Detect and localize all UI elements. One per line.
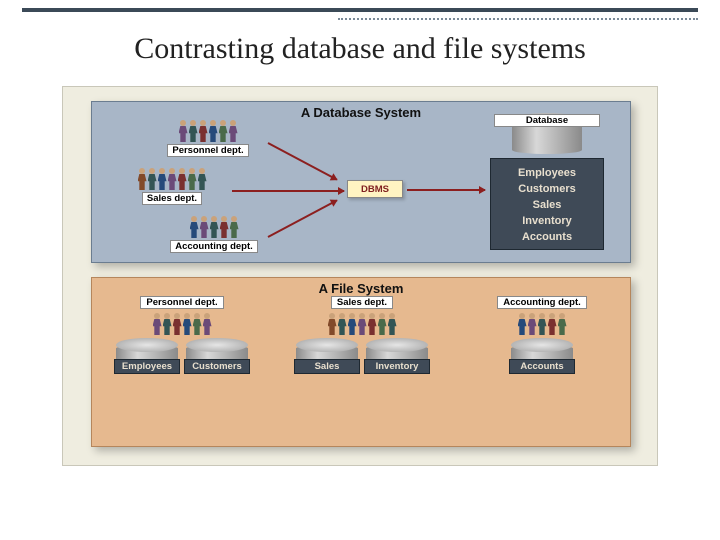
dept-personnel: Personnel dept. <box>148 120 268 157</box>
people-icon-group <box>518 313 567 335</box>
file-system-panel: A File System Personnel dept. Employees <box>91 277 631 447</box>
person-icon <box>220 216 229 238</box>
arrow-icon <box>232 190 344 192</box>
dept-label: Personnel dept. <box>140 296 223 309</box>
dbms-box: DBMS <box>347 180 403 198</box>
database-contents: Employees Customers Sales Inventory Acco… <box>490 158 604 250</box>
person-icon <box>198 168 207 190</box>
db-item: Customers <box>491 181 603 197</box>
figure-container: A Database System Personnel dept. <box>62 86 658 466</box>
person-icon <box>548 313 557 335</box>
person-icon <box>348 313 357 335</box>
arrow-icon <box>268 199 338 237</box>
file-label: Accounts <box>509 359 575 374</box>
person-icon <box>528 313 537 335</box>
people-icon-group <box>328 313 397 335</box>
person-icon <box>368 313 377 335</box>
dept-label: Accounting dept. <box>170 240 258 253</box>
file-cylinder: Employees <box>116 345 178 374</box>
person-icon <box>188 168 197 190</box>
fs-panel-title: A File System <box>92 278 630 296</box>
file-label: Employees <box>114 359 180 374</box>
person-icon <box>158 168 167 190</box>
header-rule <box>22 8 698 12</box>
people-icon-group <box>148 120 268 142</box>
file-label: Inventory <box>364 359 430 374</box>
db-item: Inventory <box>491 213 603 229</box>
person-icon <box>229 120 238 142</box>
database-system-panel: A Database System Personnel dept. <box>91 101 631 263</box>
db-item: Accounts <box>491 229 603 245</box>
fs-column-personnel: Personnel dept. Employees Customers <box>96 296 268 443</box>
dept-label: Accounting dept. <box>497 296 587 309</box>
fs-column-accounting: Accounting dept. Accounts <box>456 296 628 443</box>
person-icon <box>328 313 337 335</box>
person-icon <box>163 313 172 335</box>
person-icon <box>148 168 157 190</box>
dept-label: Sales dept. <box>142 192 202 205</box>
arrow-icon <box>407 189 485 191</box>
person-icon <box>338 313 347 335</box>
person-icon <box>193 313 202 335</box>
dept-accounting: Accounting dept. <box>154 216 274 253</box>
dept-label: Sales dept. <box>331 296 393 309</box>
person-icon <box>209 120 218 142</box>
dept-sales: Sales dept. <box>112 168 232 205</box>
person-icon <box>203 313 212 335</box>
person-icon <box>179 120 188 142</box>
person-icon <box>219 120 228 142</box>
person-icon <box>183 313 192 335</box>
arrow-icon <box>268 142 338 180</box>
person-icon <box>200 216 209 238</box>
slide-title: Contrasting database and file systems <box>0 32 720 66</box>
people-icon-group <box>154 216 274 238</box>
file-label: Customers <box>184 359 250 374</box>
person-icon <box>210 216 219 238</box>
person-icon <box>138 168 147 190</box>
person-icon <box>558 313 567 335</box>
file-label: Sales <box>294 359 360 374</box>
file-cylinder: Sales <box>296 345 358 374</box>
people-icon-group <box>112 168 232 190</box>
person-icon <box>168 168 177 190</box>
file-cylinder: Customers <box>186 345 248 374</box>
person-icon <box>199 120 208 142</box>
person-icon <box>189 120 198 142</box>
person-icon <box>388 313 397 335</box>
person-icon <box>178 168 187 190</box>
file-cylinder: Inventory <box>366 345 428 374</box>
person-icon <box>538 313 547 335</box>
db-item: Employees <box>491 165 603 181</box>
person-icon <box>378 313 387 335</box>
fs-column-sales: Sales dept. Sales Inventory <box>276 296 448 443</box>
people-icon-group <box>153 313 212 335</box>
db-item: Sales <box>491 197 603 213</box>
database-label: Database <box>494 114 600 127</box>
dept-label: Personnel dept. <box>167 144 248 157</box>
person-icon <box>173 313 182 335</box>
person-icon <box>358 313 367 335</box>
person-icon <box>230 216 239 238</box>
person-icon <box>190 216 199 238</box>
person-icon <box>153 313 162 335</box>
file-cylinder: Accounts <box>511 345 573 374</box>
person-icon <box>518 313 527 335</box>
